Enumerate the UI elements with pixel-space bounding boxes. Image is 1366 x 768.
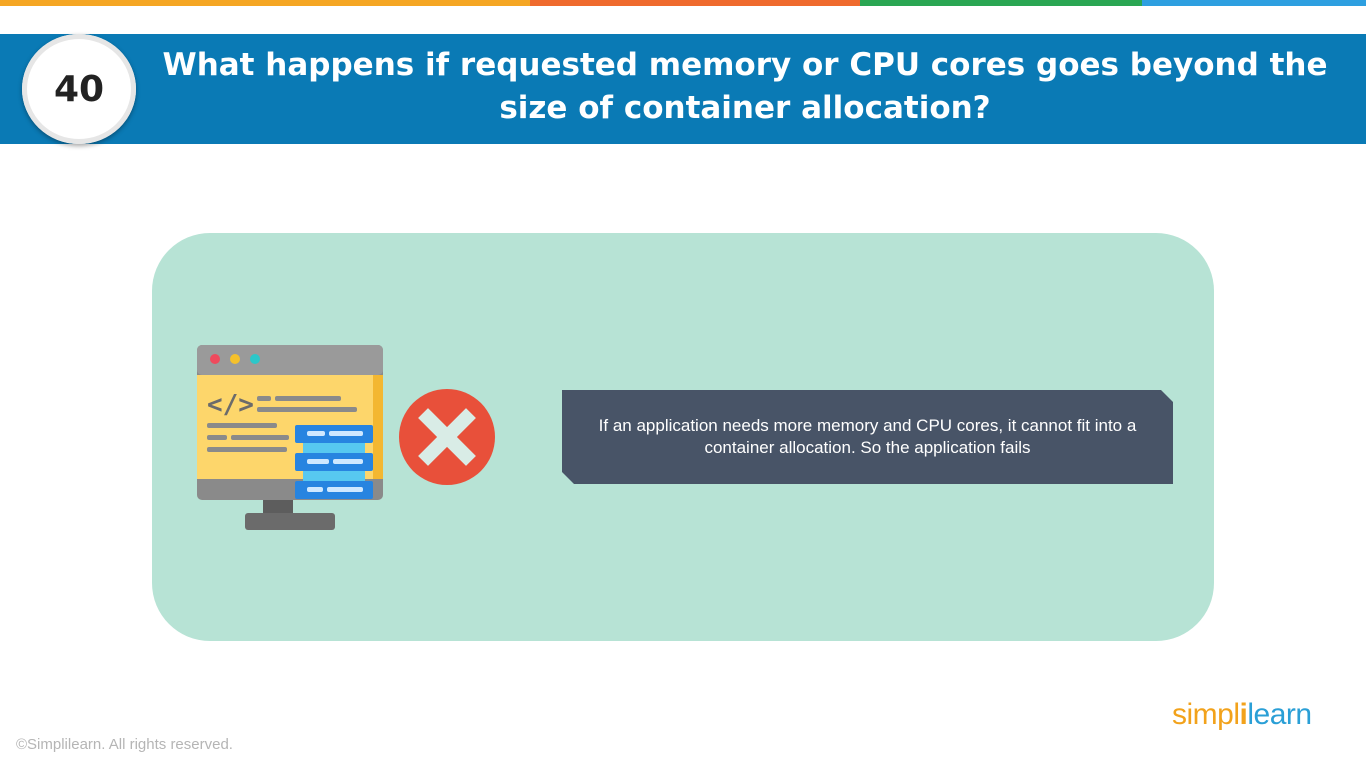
- answer-banner: If an application needs more memory and …: [562, 390, 1173, 484]
- red-x-icon: [399, 389, 495, 485]
- svg-text:</>: </>: [207, 390, 254, 420]
- code-monitor-icon: </>: [197, 345, 383, 530]
- logo-part-learn: learn: [1247, 698, 1312, 731]
- copyright-text: ©Simplilearn. All rights reserved.: [16, 736, 233, 753]
- strip-green: [860, 0, 1142, 6]
- strip-orange: [0, 0, 530, 6]
- strip-red: [530, 0, 860, 6]
- question-number-badge: 40: [22, 34, 136, 144]
- question-number: 40: [53, 68, 105, 110]
- strip-blue: [1142, 0, 1366, 6]
- top-color-strip: [0, 0, 1366, 6]
- slide-title: What happens if requested memory or CPU …: [162, 47, 1328, 126]
- simplilearn-logo: simplilearn: [1172, 698, 1312, 732]
- logo-part-simpl: simpl: [1172, 698, 1240, 731]
- answer-text: If an application needs more memory and …: [598, 416, 1137, 457]
